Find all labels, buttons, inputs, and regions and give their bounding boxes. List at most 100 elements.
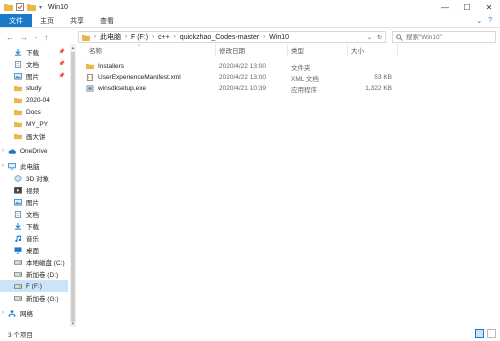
file-type: 文件夹 bbox=[291, 64, 311, 72]
scrollbar-thumb[interactable] bbox=[71, 52, 75, 322]
recent-locations-icon[interactable]: ⌄ bbox=[34, 34, 38, 40]
expand-ribbon-icon[interactable]: ⌄ bbox=[476, 17, 482, 25]
new-folder-icon[interactable] bbox=[27, 3, 36, 11]
sidebar-item[interactable]: › 网络 bbox=[0, 307, 68, 319]
close-button[interactable]: ✕ bbox=[478, 0, 500, 14]
folder-icon bbox=[4, 4, 13, 11]
sidebar-item-label: 本地磁盘 (C:) bbox=[26, 260, 65, 267]
sidebar-item[interactable]: F (F:) bbox=[0, 280, 68, 292]
scroll-up-icon[interactable]: ▲ bbox=[70, 45, 76, 50]
back-arrow-icon[interactable]: ← bbox=[6, 33, 14, 42]
chevron-right-icon[interactable]: › bbox=[263, 34, 265, 40]
customize-toolbar-icon[interactable]: ▾ bbox=[39, 4, 42, 11]
tab-file[interactable]: 文件 bbox=[0, 14, 32, 27]
breadcrumb-win10[interactable]: Win10 bbox=[269, 34, 289, 41]
file-name-cell[interactable]: winsdksetup.exe bbox=[86, 83, 146, 94]
sidebar-item[interactable]: 音乐 bbox=[0, 232, 68, 244]
breadcrumb-codes-master[interactable]: quickzhao_Codes-master bbox=[180, 34, 259, 41]
sidebar-scrollbar[interactable]: ▲ ▼ bbox=[70, 44, 76, 327]
sidebar-item[interactable]: › OneDrive bbox=[0, 145, 68, 157]
pin-icon: 📌 bbox=[58, 61, 65, 67]
address-bar[interactable]: › 此电脑 › F (F:) › c++ › quickzhao_Codes-m… bbox=[78, 31, 386, 43]
sidebar-item[interactable]: 图片 bbox=[0, 196, 68, 208]
pin-icon: 📌 bbox=[58, 73, 65, 79]
chevron-right-icon[interactable]: › bbox=[125, 34, 127, 40]
sidebar-item[interactable]: study bbox=[0, 82, 68, 94]
help-icon[interactable]: ? bbox=[488, 17, 492, 24]
up-arrow-icon[interactable]: ↑ bbox=[44, 33, 48, 42]
nav-buttons: ← → ⌄ ↑ bbox=[0, 33, 72, 42]
search-box[interactable] bbox=[392, 31, 496, 43]
sidebar-item[interactable]: 画大饼 bbox=[0, 130, 68, 142]
installer-exe-icon bbox=[86, 85, 94, 92]
properties-icon[interactable] bbox=[16, 3, 24, 11]
sidebar-item[interactable]: 视频 bbox=[0, 184, 68, 196]
file-row[interactable]: UserExperienceManifest.xml 2020/4/22 13:0… bbox=[78, 72, 498, 83]
video-icon bbox=[14, 186, 22, 194]
address-dropdown-icon[interactable]: ⌄ bbox=[367, 34, 372, 41]
expand-chevron-icon[interactable]: › bbox=[2, 148, 4, 154]
sidebar-item-label: 此电脑 bbox=[20, 164, 40, 171]
file-size: 53 KB bbox=[374, 74, 392, 81]
sidebar-item[interactable]: Docs bbox=[0, 106, 68, 118]
tab-view[interactable]: 查看 bbox=[92, 14, 122, 27]
minimize-button[interactable]: — bbox=[434, 0, 456, 14]
chevron-right-icon[interactable]: › bbox=[152, 34, 154, 40]
folder-icon bbox=[14, 85, 22, 91]
refresh-icon[interactable]: ↻ bbox=[377, 34, 382, 41]
sidebar-item[interactable]: MY_PY bbox=[0, 118, 68, 130]
file-row[interactable]: Installers 2020/4/22 13:00 文件夹 bbox=[78, 61, 498, 72]
expand-chevron-icon[interactable]: › bbox=[2, 163, 4, 169]
breadcrumb-cpp[interactable]: c++ bbox=[158, 34, 170, 41]
pictures-icon bbox=[14, 72, 22, 80]
drive-icon bbox=[14, 259, 22, 265]
breadcrumb-this-pc[interactable]: 此电脑 bbox=[100, 32, 121, 42]
navigation-pane: 下载 📌 文档 📌 图片 📌 study 2020-04 Docs MY_PY 画大饼 › OneDri… bbox=[0, 44, 70, 327]
folder-icon bbox=[82, 34, 90, 41]
file-name: UserExperienceManifest.xml bbox=[98, 74, 181, 81]
music-icon bbox=[15, 234, 22, 242]
file-name-cell[interactable]: Installers bbox=[86, 61, 124, 72]
sidebar-item[interactable]: 桌面 bbox=[0, 244, 68, 256]
column-name[interactable]: 名称 bbox=[86, 44, 216, 56]
maximize-button[interactable]: ☐ bbox=[456, 0, 478, 14]
column-size[interactable]: 大小 bbox=[348, 44, 398, 56]
quick-access-toolbar: ▾ bbox=[0, 3, 42, 11]
details-view-icon[interactable] bbox=[475, 329, 484, 338]
sidebar-item[interactable]: 图片 📌 bbox=[0, 70, 68, 82]
column-date[interactable]: 修改日期 bbox=[216, 44, 288, 56]
computer-icon bbox=[8, 162, 16, 170]
tab-share[interactable]: 共享 bbox=[62, 14, 92, 27]
sidebar-item-label: 文档 bbox=[26, 62, 39, 69]
file-name-cell[interactable]: UserExperienceManifest.xml bbox=[86, 72, 181, 83]
sidebar-item-label: 桌面 bbox=[26, 248, 39, 255]
pictures-icon bbox=[14, 198, 22, 206]
sidebar-item-label: Docs bbox=[26, 108, 41, 116]
cloud-icon bbox=[8, 148, 16, 154]
sidebar-item[interactable]: 下载 📌 bbox=[0, 46, 68, 58]
expand-chevron-icon[interactable]: › bbox=[2, 310, 4, 316]
sidebar-item[interactable]: 3D 对象 bbox=[0, 172, 68, 184]
tab-home[interactable]: 主页 bbox=[32, 14, 62, 27]
file-row[interactable]: winsdksetup.exe 2020/4/21 10:39 应用程序 1,322 … bbox=[78, 83, 498, 94]
breadcrumb-drive-f[interactable]: F (F:) bbox=[131, 34, 148, 41]
sidebar-item[interactable]: 新加卷 (G:) bbox=[0, 292, 68, 304]
download-arrow-icon bbox=[14, 222, 22, 230]
column-headers: ^ 名称 修改日期 类型 大小 bbox=[78, 44, 498, 56]
sidebar-item[interactable]: 文档 bbox=[0, 208, 68, 220]
search-input[interactable] bbox=[405, 33, 495, 41]
sidebar-item[interactable]: 新加卷 (D:) bbox=[0, 268, 68, 280]
column-type[interactable]: 类型 bbox=[288, 44, 348, 56]
sidebar-item[interactable]: 2020-04 bbox=[0, 94, 68, 106]
folder-icon bbox=[14, 133, 22, 139]
sidebar-item[interactable]: › 此电脑 bbox=[0, 160, 68, 172]
large-icons-view-icon[interactable] bbox=[487, 329, 496, 338]
sidebar-item[interactable]: 文档 📌 bbox=[0, 58, 68, 70]
sidebar-item-label: 2020-04 bbox=[26, 96, 50, 104]
scroll-down-icon[interactable]: ▼ bbox=[70, 321, 76, 326]
sidebar-item[interactable]: 下载 bbox=[0, 220, 68, 232]
window-controls: — ☐ ✕ bbox=[434, 0, 500, 14]
chevron-right-icon[interactable]: › bbox=[174, 34, 176, 40]
forward-arrow-icon[interactable]: → bbox=[20, 33, 28, 42]
sidebar-item[interactable]: 本地磁盘 (C:) bbox=[0, 256, 68, 268]
